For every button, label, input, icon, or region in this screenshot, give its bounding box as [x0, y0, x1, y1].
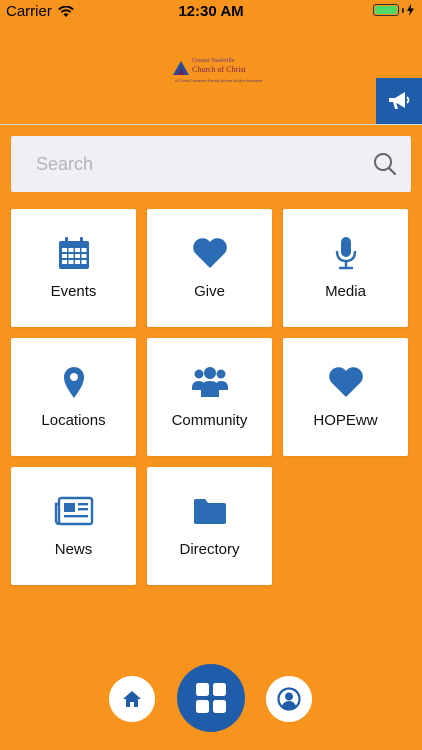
microphone-icon: [335, 237, 356, 270]
tile-give[interactable]: Give: [147, 209, 272, 327]
tile-community[interactable]: Community: [147, 338, 272, 456]
megaphone-icon: [389, 92, 410, 109]
clock: 12:30 AM: [178, 3, 244, 20]
tile-label: Give: [194, 283, 225, 300]
charging-icon: [407, 4, 414, 16]
header-divider: [0, 124, 422, 125]
calendar-icon: [58, 237, 89, 269]
battery-indicator: [373, 4, 414, 16]
status-bar: Carrier 12:30 AM: [0, 0, 422, 24]
newspaper-icon: [54, 496, 93, 526]
tile-events[interactable]: Events: [11, 209, 136, 327]
user-circle-icon: [277, 687, 301, 711]
search-icon[interactable]: [373, 152, 397, 176]
group-icon: [191, 367, 228, 397]
logo-line2: Church of Christ: [192, 65, 246, 74]
map-pin-icon: [63, 367, 84, 398]
logo-line1: Greater Nashville: [192, 58, 235, 64]
church-logo: Greater Nashville Church of Christ A Chr…: [170, 56, 263, 86]
tile-label: Media: [325, 283, 366, 300]
search-input[interactable]: [34, 152, 373, 176]
app-header: Greater Nashville Church of Christ A Chr…: [0, 24, 422, 124]
tile-label: HOPEww: [313, 412, 378, 429]
home-icon: [123, 691, 141, 707]
tile-directory[interactable]: Directory: [147, 467, 272, 585]
battery-icon: [373, 4, 399, 16]
tile-hopeww[interactable]: HOPEww: [283, 338, 408, 456]
home-button[interactable]: [109, 676, 155, 722]
tile-media[interactable]: Media: [283, 209, 408, 327]
grid-menu-button[interactable]: [177, 664, 245, 732]
tile-label: Locations: [41, 412, 106, 429]
tile-news[interactable]: News: [11, 467, 136, 585]
announcements-button[interactable]: [376, 78, 422, 124]
profile-button[interactable]: [266, 676, 312, 722]
folder-icon: [193, 499, 226, 524]
logo-line3: A Christ Centered Family Where All Are W…: [175, 78, 263, 83]
heart-icon: [192, 238, 227, 268]
heart-icon: [328, 367, 363, 397]
tile-label: News: [54, 541, 93, 558]
tile-label: Events: [50, 283, 97, 300]
tile-label: Community: [171, 412, 248, 429]
logo-mark-icon: [173, 61, 189, 75]
tile-label: Directory: [179, 541, 240, 558]
search-bar[interactable]: [11, 136, 411, 192]
tile-locations[interactable]: Locations: [11, 338, 136, 456]
bottom-navigation: [0, 664, 422, 734]
grid-icon: [196, 683, 226, 713]
